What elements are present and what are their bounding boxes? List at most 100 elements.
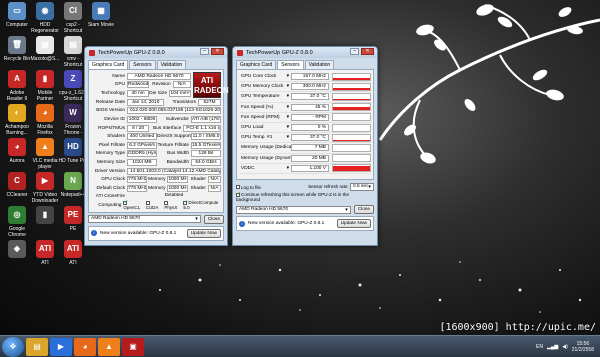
computing-option-label: PhysX <box>164 205 178 211</box>
sensor-dropdown-icon[interactable]: ▾ <box>287 166 289 171</box>
window-title: TechPowerUp GPU-Z 0.8.0 <box>246 49 313 56</box>
desktop-icon[interactable]: ▶ YTD Video Downloader <box>30 172 60 204</box>
update-now-button[interactable]: Update Now <box>186 228 221 238</box>
language-indicator[interactable]: EN <box>536 344 543 350</box>
minimize-button[interactable]: – <box>200 48 209 55</box>
sensor-label-cell[interactable]: GPU Temp. #1 ▾ <box>239 135 291 140</box>
continue-refresh-checkbox[interactable] <box>236 191 241 197</box>
gpuz-sensors-titlebar[interactable]: TechPowerUp GPU-Z 0.8.0 – ✕ <box>233 47 377 58</box>
desktop-icon[interactable]: ◐ Achampoo Burning... <box>2 104 32 136</box>
sensor-label: GPU Load <box>241 125 264 131</box>
sensor-label-cell[interactable]: Memory Usage (Dynamic)▾ <box>239 156 299 161</box>
desktop-icon[interactable]: ▭ Computer <box>2 2 32 34</box>
sensor-dropdown-icon[interactable]: ▾ <box>287 125 289 130</box>
start-button[interactable]: ❖ <box>2 336 24 357</box>
desktop-icon-label: Adobe Reader 9 <box>6 90 28 102</box>
taskbar-media-icon[interactable]: ▶ <box>50 337 72 356</box>
desktop-icon[interactable]: A Adobe Reader 9 <box>2 70 32 102</box>
refresh-rate-label: Sensor refresh rate: <box>308 184 349 190</box>
desktop-icon[interactable]: 🗑 Recycle Bin <box>2 36 32 68</box>
close-button[interactable]: Close <box>203 214 224 224</box>
sensor-dropdown-icon[interactable]: ▾ <box>287 74 289 79</box>
sensor-label-cell[interactable]: GPU Memory Clock ▾ <box>239 84 291 89</box>
taskbar-firefox-icon[interactable]: ◕ <box>74 337 96 356</box>
desktop-icon[interactable]: ◉ HDD Regenerator <box>30 2 60 34</box>
gpuz-app-icon <box>237 49 243 56</box>
tab-graphics-card[interactable]: Graphics Card <box>88 60 129 69</box>
desktop-icon[interactable]: ▮ Mobile Partner <box>30 70 60 102</box>
desktop-app-icon: PE <box>64 206 82 224</box>
computing-option: OpenCL <box>123 199 142 210</box>
desktop-app-icon: 🗑 <box>8 36 26 54</box>
memory-type-value: GDDR5 (Hynix) <box>127 150 157 158</box>
default-memory-value: 1000 MHz <box>167 184 188 192</box>
desktop-icon[interactable]: ◕ Mozilla Firefox <box>30 104 60 136</box>
refresh-rate-select[interactable]: 0.5 sec <box>350 183 374 191</box>
gpu-select[interactable]: AMD Radeon HD 5670 <box>88 215 201 224</box>
desktop-icon[interactable]: ▦ Siam Movie <box>86 2 116 34</box>
subvendor-label: Subvendor <box>165 116 189 122</box>
sensor-value: 7 MB <box>291 144 329 152</box>
gpuz-sensors-window[interactable]: TechPowerUp GPU-Z 0.8.0 – ✕ Graphics Car… <box>232 46 378 246</box>
taskbar-vlc-icon[interactable]: ▲ <box>98 337 120 356</box>
desktop-icon-label: Achampoo Burning... <box>5 124 29 136</box>
sensor-label-cell[interactable]: Fan Speed (RPM) ▾ <box>239 115 291 120</box>
close-window-button[interactable]: ✕ <box>211 48 224 55</box>
tab-validation[interactable]: Validation <box>156 60 187 69</box>
desktop-icon[interactable]: C CCleaner <box>2 172 32 204</box>
sensor-dropdown-icon[interactable]: ▾ <box>287 135 289 140</box>
close-button[interactable]: Close <box>353 205 374 214</box>
gpuz-card-window[interactable]: TechPowerUp GPU-Z 0.8.0 – ✕ Graphics Car… <box>84 46 229 246</box>
sensor-dropdown-icon[interactable]: ▾ <box>287 105 289 110</box>
desktop-app-icon: ◕ <box>36 104 54 122</box>
desktop-app-icon: Z <box>64 70 82 88</box>
network-icon[interactable]: ▂▄▆ <box>547 344 558 350</box>
sensor-label-cell[interactable]: GPU Core Clock ▾ <box>239 74 291 79</box>
sensor-graph <box>332 103 371 112</box>
desktop-app-icon: HD <box>64 138 82 156</box>
tab-validation[interactable]: Validation <box>304 60 335 69</box>
gpuz-card-titlebar[interactable]: TechPowerUp GPU-Z 0.8.0 – ✕ <box>85 47 227 58</box>
gpu-select[interactable]: AMD Radeon HD 5670 <box>236 205 351 214</box>
close-window-button[interactable]: ✕ <box>361 48 374 55</box>
sensor-dropdown-icon[interactable]: ▾ <box>287 84 289 89</box>
tab-graphics-card[interactable]: Graphics Card <box>236 60 277 69</box>
sensor-label-cell[interactable]: Fan Speed (%) ▾ <box>239 105 291 110</box>
crossfire-label: ATI CrossFire <box>95 194 125 200</box>
volume-icon[interactable]: ◀) <box>562 344 568 350</box>
tab-sensors[interactable]: Sensors <box>277 60 304 69</box>
desktop-icon[interactable]: ATI ATI <box>30 240 60 272</box>
update-now-button[interactable]: Update Now <box>336 219 371 228</box>
desktop-app-icon: ▭ <box>8 2 26 20</box>
desktop-icon[interactable]: ◎ Google Chrome <box>2 206 32 238</box>
clock[interactable]: 15:56 21/2/2558 <box>572 341 594 353</box>
tab-bar: Graphics Card Sensors Validation <box>233 58 377 69</box>
sensor-label-cell[interactable]: VDDC ▾ <box>239 166 291 171</box>
sensor-label-cell[interactable]: GPU Load ▾ <box>239 125 291 130</box>
rops-value: 8 / 20 <box>127 124 150 132</box>
computing-checkbox[interactable] <box>183 199 189 206</box>
desktop-icon[interactable]: ▲ VLC media player <box>30 138 60 170</box>
sensor-dropdown-icon[interactable]: ▾ <box>287 115 289 120</box>
desktop-app-icon: ▮ <box>36 206 54 224</box>
desktop-icon[interactable]: CI csp2 - Shortcut <box>58 2 88 34</box>
tab-sensors[interactable]: Sensors <box>129 60 156 69</box>
desktop-icon[interactable]: ◈ <box>2 240 32 272</box>
log-to-file-checkbox[interactable] <box>236 185 240 190</box>
update-notice-text: New version available: GPU-Z 0.8.1 <box>248 221 325 226</box>
taskbar-gpuz-icon[interactable]: ▣ <box>122 337 144 356</box>
bus-interface-label: Bus Interface <box>152 125 182 131</box>
sensor-graph <box>332 92 371 101</box>
desktop-icon-label: Computer <box>6 22 28 28</box>
info-icon: i <box>91 230 97 237</box>
desktop-icon[interactable]: ◕ Aurora <box>2 138 32 170</box>
computing-checkbox[interactable] <box>123 199 129 206</box>
desktop-icon-label: ATI <box>41 260 49 266</box>
sensor-label-cell[interactable]: GPU Temperature ▾ <box>239 94 291 99</box>
sensor-label-cell[interactable]: Memory Usage (Dedicated)▾ <box>239 145 302 150</box>
minimize-button[interactable]: – <box>350 48 359 55</box>
desktop-icon[interactable]: ▤ Maxoto@S... <box>30 36 60 68</box>
taskbar-explorer-icon[interactable]: ▤ <box>26 337 48 356</box>
sensor-dropdown-icon[interactable]: ▾ <box>287 94 289 99</box>
desktop-icon[interactable]: ▮ <box>30 206 60 238</box>
